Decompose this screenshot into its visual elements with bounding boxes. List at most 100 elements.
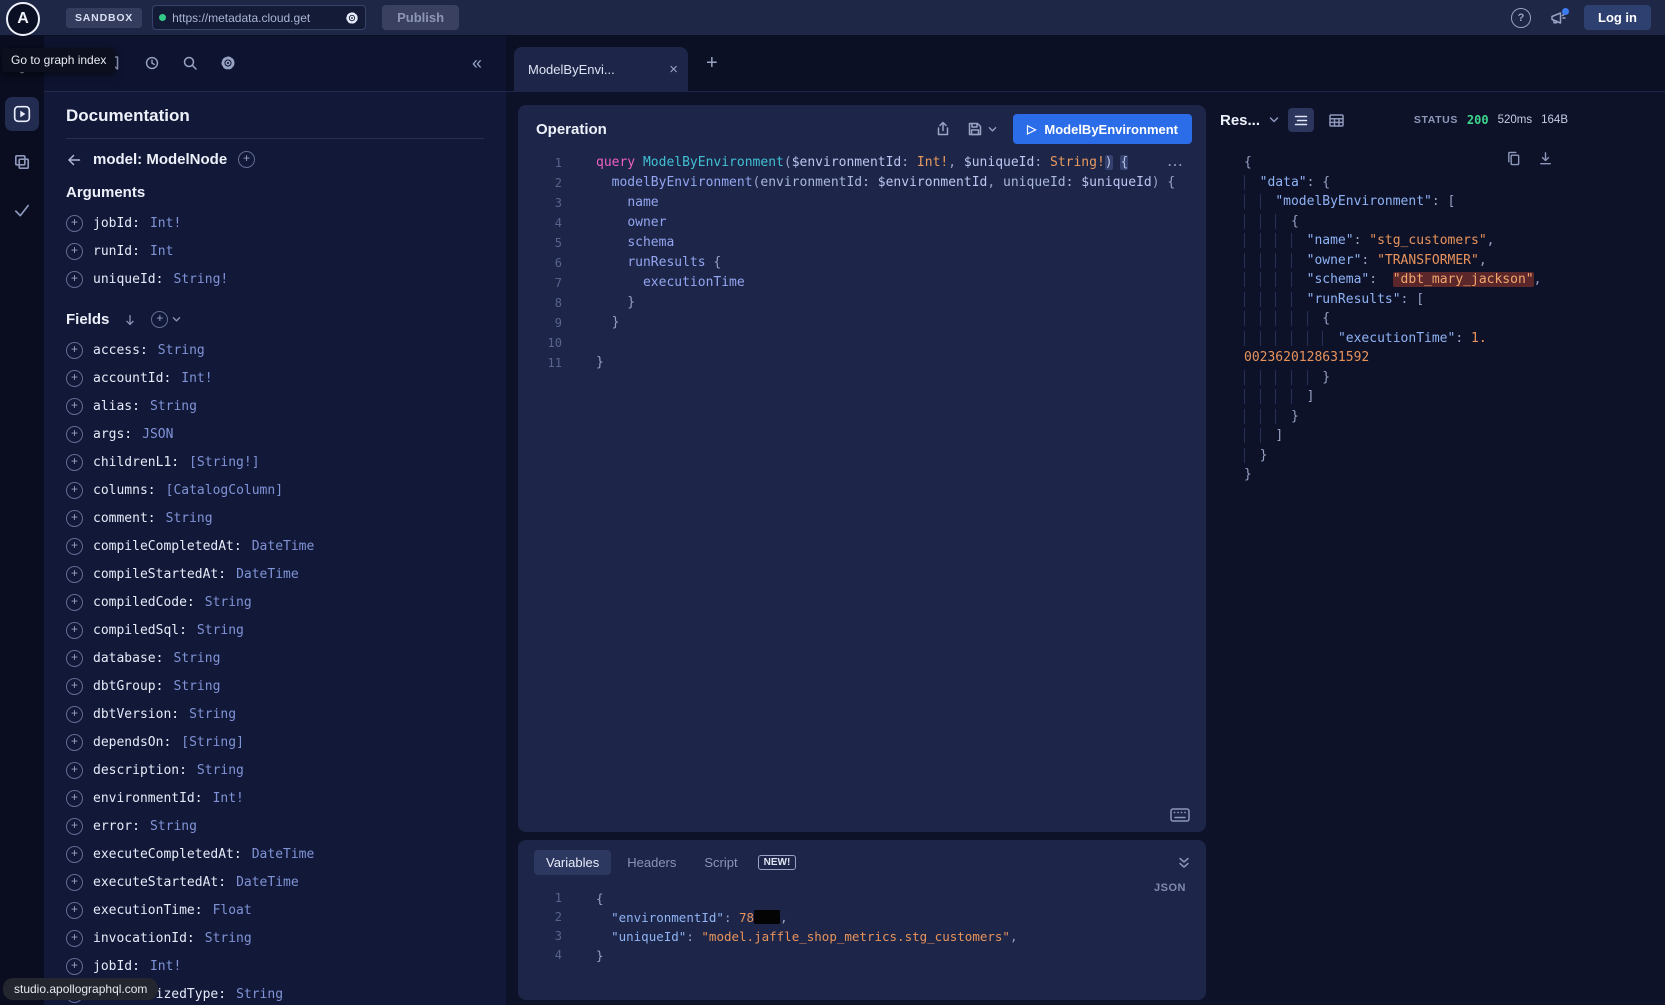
add-field-icon[interactable]: + (66, 482, 83, 499)
explorer-nav-icon[interactable] (5, 97, 39, 131)
apollo-logo[interactable]: A (6, 2, 40, 36)
sort-fields-icon[interactable] (123, 313, 137, 327)
settings-gear-icon[interactable] (220, 55, 236, 71)
doc-field-row[interactable]: +jobId:Int! (66, 952, 484, 980)
doc-field-row[interactable]: +dbtVersion:String (66, 700, 484, 728)
add-all-fields-icon[interactable]: + (151, 311, 168, 328)
add-field-icon[interactable]: + (66, 594, 83, 611)
add-field-icon[interactable]: + (66, 510, 83, 527)
checklist-nav-icon[interactable] (5, 193, 39, 227)
publish-button[interactable]: Publish (382, 5, 459, 30)
add-field-icon[interactable]: + (66, 370, 83, 387)
add-field-icon[interactable]: + (66, 930, 83, 947)
search-icon[interactable] (182, 55, 198, 71)
doc-field-row[interactable]: +childrenL1:[String!] (66, 448, 484, 476)
field-type: DateTime (236, 567, 299, 582)
copy-response-icon[interactable] (1506, 151, 1521, 166)
fields-heading-row: Fields + (66, 311, 484, 328)
add-field-icon[interactable]: + (66, 650, 83, 667)
doc-field-row[interactable]: +compiledSql:String (66, 616, 484, 644)
doc-field-row[interactable]: +columns:[CatalogColumn] (66, 476, 484, 504)
tab-variables[interactable]: Variables (534, 850, 611, 875)
field-name: access: (93, 343, 148, 358)
doc-field-row[interactable]: +uniqueId:String! (66, 265, 484, 293)
login-button[interactable]: Log in (1584, 5, 1651, 30)
add-all-fields-control[interactable]: + (151, 311, 181, 328)
close-tab-icon[interactable]: × (669, 62, 678, 77)
add-field-icon[interactable]: + (66, 706, 83, 723)
doc-field-row[interactable]: +runId:Int (66, 237, 484, 265)
add-type-icon[interactable]: + (238, 151, 255, 168)
doc-field-row[interactable]: +description:String (66, 756, 484, 784)
doc-field-row[interactable]: +compileCompletedAt:DateTime (66, 532, 484, 560)
field-type: String! (173, 272, 228, 287)
keyboard-shortcuts-icon[interactable] (1170, 808, 1190, 822)
operation-editor[interactable]: 1query ModelByEnvironment($environmentId… (518, 153, 1206, 373)
doc-field-row[interactable]: +executeCompletedAt:DateTime (66, 840, 484, 868)
back-arrow-icon[interactable] (66, 152, 82, 168)
add-field-icon[interactable]: + (66, 398, 83, 415)
tab-script[interactable]: Script (692, 850, 749, 875)
share-icon[interactable] (935, 121, 951, 137)
save-icon[interactable] (967, 121, 983, 137)
schema-nav-icon[interactable] (5, 145, 39, 179)
add-field-icon[interactable]: + (66, 566, 83, 583)
doc-field-row[interactable]: +invocationId:String (66, 924, 484, 952)
doc-field-row[interactable]: +access:String (66, 336, 484, 364)
variables-editor[interactable]: 1{2 "environmentId": 78,3 "uniqueId": "m… (518, 889, 1206, 965)
add-field-icon[interactable]: + (66, 846, 83, 863)
tab-headers[interactable]: Headers (615, 850, 688, 875)
download-response-icon[interactable] (1538, 151, 1553, 166)
doc-field-row[interactable]: +accountId:Int! (66, 364, 484, 392)
help-icon[interactable]: ? (1511, 8, 1531, 28)
add-field-icon[interactable]: + (66, 342, 83, 359)
editor-more-menu-icon[interactable]: ⋯ (1167, 155, 1184, 175)
doc-field-row[interactable]: +dbtGroup:String (66, 672, 484, 700)
add-field-icon[interactable]: + (66, 454, 83, 471)
doc-field-row[interactable]: +compiledCode:String (66, 588, 484, 616)
add-field-icon[interactable]: + (66, 215, 83, 232)
doc-field-row[interactable]: +error:String (66, 812, 484, 840)
line-number: 9 (518, 313, 578, 333)
save-control[interactable] (967, 121, 997, 137)
new-tab-icon[interactable]: + (706, 53, 718, 73)
add-field-icon[interactable]: + (66, 271, 83, 288)
table-view-icon[interactable] (1323, 108, 1349, 132)
doc-field-row[interactable]: +environmentId:Int! (66, 784, 484, 812)
add-field-icon[interactable]: + (66, 790, 83, 807)
doc-field-row[interactable]: +executionTime:Float (66, 896, 484, 924)
add-field-icon[interactable]: + (66, 734, 83, 751)
doc-field-row[interactable]: +jobId:Int! (66, 209, 484, 237)
doc-field-row[interactable]: +alias:String (66, 392, 484, 420)
add-field-icon[interactable]: + (66, 538, 83, 555)
add-field-icon[interactable]: + (66, 622, 83, 639)
doc-field-row[interactable]: +args:JSON (66, 420, 484, 448)
code-line: 1query ModelByEnvironment($environmentId… (518, 153, 1206, 173)
collapse-variables-icon[interactable] (1178, 856, 1190, 869)
add-field-icon[interactable]: + (66, 678, 83, 695)
formatted-view-icon[interactable] (1288, 108, 1314, 132)
add-field-icon[interactable]: + (66, 958, 83, 975)
add-field-icon[interactable]: + (66, 243, 83, 260)
response-dropdown-icon[interactable] (1269, 115, 1279, 125)
doc-field-row[interactable]: +dependsOn:[String] (66, 728, 484, 756)
chevron-down-icon[interactable] (172, 315, 181, 324)
add-field-icon[interactable]: + (66, 762, 83, 779)
run-operation-button[interactable]: ▷ ModelByEnvironment (1013, 114, 1192, 144)
add-field-icon[interactable]: + (66, 874, 83, 891)
announcements-icon[interactable] (1549, 10, 1566, 26)
tab-modelbyenvironment[interactable]: ModelByEnvi... × (514, 47, 688, 91)
graph-endpoint-input[interactable]: https://metadata.cloud.get (152, 5, 366, 30)
collapse-sidebar-icon[interactable]: « (472, 54, 482, 72)
history-icon[interactable] (144, 55, 160, 71)
add-field-icon[interactable]: + (66, 818, 83, 835)
connection-settings-icon[interactable] (345, 11, 359, 25)
doc-field-row[interactable]: +comment:String (66, 504, 484, 532)
doc-field-row[interactable]: +compileStartedAt:DateTime (66, 560, 484, 588)
field-name: childrenL1: (93, 455, 179, 470)
doc-field-row[interactable]: +executeStartedAt:DateTime (66, 868, 484, 896)
add-field-icon[interactable]: + (66, 426, 83, 443)
doc-field-row[interactable]: +database:String (66, 644, 484, 672)
add-field-icon[interactable]: + (66, 902, 83, 919)
save-dropdown-icon[interactable] (988, 125, 997, 134)
